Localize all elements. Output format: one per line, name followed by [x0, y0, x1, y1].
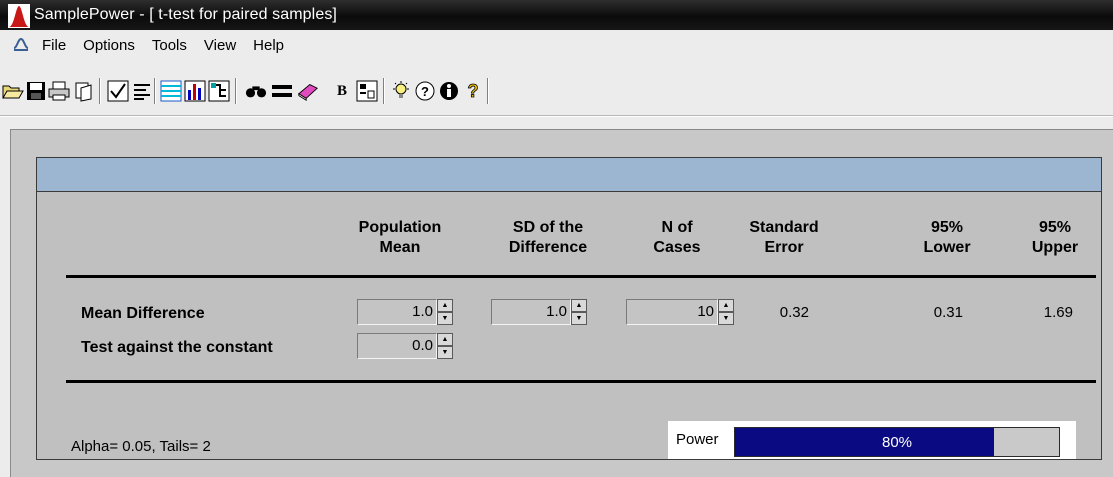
svg-text:?: ? [468, 81, 479, 101]
alpha-tails-text: Alpha= 0.05, Tails= 2 [71, 438, 211, 455]
find-icon[interactable] [245, 79, 267, 103]
window-title: SamplePower - [ t-test for paired sample… [34, 6, 337, 23]
sd-difference-spinner[interactable]: 1.0 ▲ ▼ [491, 299, 587, 325]
menu-options[interactable]: Options [83, 37, 135, 54]
eraser-icon[interactable] [297, 79, 319, 103]
spin-down-icon[interactable]: ▼ [437, 346, 453, 359]
upper-value: 1.69 [1043, 304, 1073, 321]
test-constant-spinner[interactable]: 0.0 ▲ ▼ [357, 333, 453, 359]
title-bar[interactable]: SamplePower - [ t-test for paired sample… [0, 0, 1113, 30]
power-bar: 80% [734, 427, 1060, 457]
sd-difference-input[interactable]: 1.0 [491, 299, 571, 325]
open-icon[interactable] [2, 79, 24, 103]
toolbar: B ? ? [0, 60, 1113, 116]
row-label-mean-difference: Mean Difference [81, 305, 205, 322]
power-percent: 80% [881, 434, 913, 451]
chart-icon[interactable] [184, 79, 206, 103]
power-label: Power [676, 431, 719, 448]
spin-up-icon[interactable]: ▲ [571, 299, 587, 312]
col-95-upper: 95% Upper [1031, 219, 1079, 256]
menu-view[interactable]: View [204, 37, 236, 54]
panel-header-band [37, 158, 1101, 192]
bold-button[interactable]: B [331, 79, 353, 103]
spin-up-icon[interactable]: ▲ [718, 299, 734, 312]
document-window: Population Mean SD of the Difference N of C… [10, 129, 1113, 477]
spin-down-icon[interactable]: ▼ [571, 312, 587, 325]
tree-icon[interactable] [208, 79, 230, 103]
equals-icon[interactable] [271, 79, 293, 103]
menu-bar: File Options Tools View Help [0, 30, 1113, 60]
spin-down-icon[interactable]: ▼ [718, 312, 734, 325]
col-95-lower: 95% Lower [923, 219, 971, 256]
check-icon[interactable] [107, 79, 129, 103]
info-icon[interactable] [438, 79, 460, 103]
app-logo-icon [8, 2, 30, 28]
report-icon[interactable] [131, 79, 153, 103]
population-mean-input[interactable]: 1.0 [357, 299, 437, 325]
power-indicator: Power 80% [668, 421, 1076, 459]
copy-icon[interactable] [73, 79, 95, 103]
top-rule [66, 275, 1096, 278]
col-standard-error: Standard Error [749, 219, 819, 256]
workspace: Population Mean SD of the Difference N of C… [0, 117, 1113, 477]
population-mean-spinner[interactable]: 1.0 ▲ ▼ [357, 299, 453, 325]
idea-icon[interactable] [390, 79, 412, 103]
help-icon[interactable]: ? [462, 79, 484, 103]
n-cases-input[interactable]: 10 [626, 299, 718, 325]
menu-file[interactable]: File [42, 37, 66, 54]
col-n-cases: N of Cases [653, 219, 701, 256]
spin-up-icon[interactable]: ▲ [437, 299, 453, 312]
save-icon[interactable] [25, 79, 47, 103]
spin-up-icon[interactable]: ▲ [437, 333, 453, 346]
row-label-test-constant: Test against the constant [81, 339, 273, 356]
n-cases-spinner[interactable]: 10 ▲ ▼ [626, 299, 734, 325]
print-icon[interactable] [48, 79, 70, 103]
menu-help[interactable]: Help [253, 37, 284, 54]
table-icon[interactable] [160, 79, 182, 103]
lower-value: 0.31 [933, 304, 963, 321]
bottom-rule [66, 380, 1096, 383]
col-sd-difference: SD of the Difference [508, 219, 588, 256]
svg-text:?: ? [421, 84, 429, 99]
calc-icon[interactable] [356, 79, 378, 103]
tip-icon[interactable]: ? [414, 79, 436, 103]
menu-tools[interactable]: Tools [152, 37, 187, 54]
system-menu-icon[interactable] [12, 36, 34, 55]
spin-down-icon[interactable]: ▼ [437, 312, 453, 325]
ttest-panel: Population Mean SD of the Difference N of C… [36, 157, 1102, 460]
standard-error-value: 0.32 [779, 304, 809, 321]
test-constant-input[interactable]: 0.0 [357, 333, 437, 359]
col-population-mean: Population Mean [358, 219, 442, 256]
